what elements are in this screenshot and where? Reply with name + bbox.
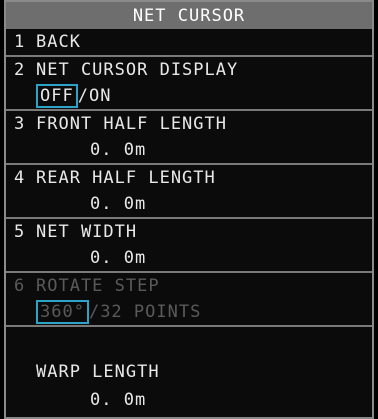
value-text: 0. 0m <box>90 248 147 268</box>
menu-item-net-cursor-display[interactable]: 2 NET CURSOR DISPLAY <box>6 57 372 83</box>
menu-item-label: REAR HALF LENGTH <box>36 168 216 188</box>
warp-length-value[interactable]: 0. 0m <box>6 387 372 413</box>
option-on[interactable]: /ON <box>78 86 112 106</box>
separator <box>6 325 372 327</box>
menu-item-back[interactable]: 1 BACK <box>6 29 372 55</box>
menu-item-warp-length[interactable]: WARP LENGTH <box>6 359 372 385</box>
option-360-selected: 360° <box>36 300 89 324</box>
menu-item-label: NET WIDTH <box>36 222 138 242</box>
rear-half-length-value[interactable]: 0. 0m <box>6 191 372 217</box>
value-text: 0. 0m <box>90 390 147 410</box>
menu-item-number: 2 <box>14 60 26 80</box>
menu-item-label: ROTATE STEP <box>36 276 160 296</box>
menu-title-bar: NET CURSOR <box>6 2 372 29</box>
front-half-length-value[interactable]: 0. 0m <box>6 137 372 163</box>
menu-item-label: WARP LENGTH <box>36 362 160 382</box>
menu-item-label: FRONT HALF LENGTH <box>36 114 227 134</box>
net-cursor-display-options[interactable]: OFF /ON <box>6 83 372 109</box>
menu-item-number: 3 <box>14 114 26 134</box>
value-text: 0. 0m <box>90 140 147 160</box>
menu-item-number: 1 <box>14 32 26 52</box>
menu-item-number: 5 <box>14 222 26 242</box>
net-cursor-menu: NET CURSOR 1 BACK 2 NET CURSOR DISPLAY O… <box>4 0 374 419</box>
option-off-selected[interactable]: OFF <box>36 84 78 108</box>
menu-item-rear-half-length[interactable]: 4 REAR HALF LENGTH <box>6 165 372 191</box>
menu-item-label: BACK <box>36 32 81 52</box>
menu-item-rotate-step: 6 ROTATE STEP <box>6 273 372 299</box>
menu-item-net-width[interactable]: 5 NET WIDTH <box>6 219 372 245</box>
value-text: 0. 0m <box>90 194 147 214</box>
rotate-step-options: 360° /32 POINTS <box>6 299 372 325</box>
menu-item-label: NET CURSOR DISPLAY <box>36 60 239 80</box>
menu-item-number: 4 <box>14 168 26 188</box>
menu-title: NET CURSOR <box>132 5 246 26</box>
net-width-value[interactable]: 0. 0m <box>6 245 372 271</box>
menu-item-number: 6 <box>14 276 26 296</box>
option-32-points: /32 POINTS <box>88 302 202 322</box>
menu-item-front-half-length[interactable]: 3 FRONT HALF LENGTH <box>6 111 372 137</box>
